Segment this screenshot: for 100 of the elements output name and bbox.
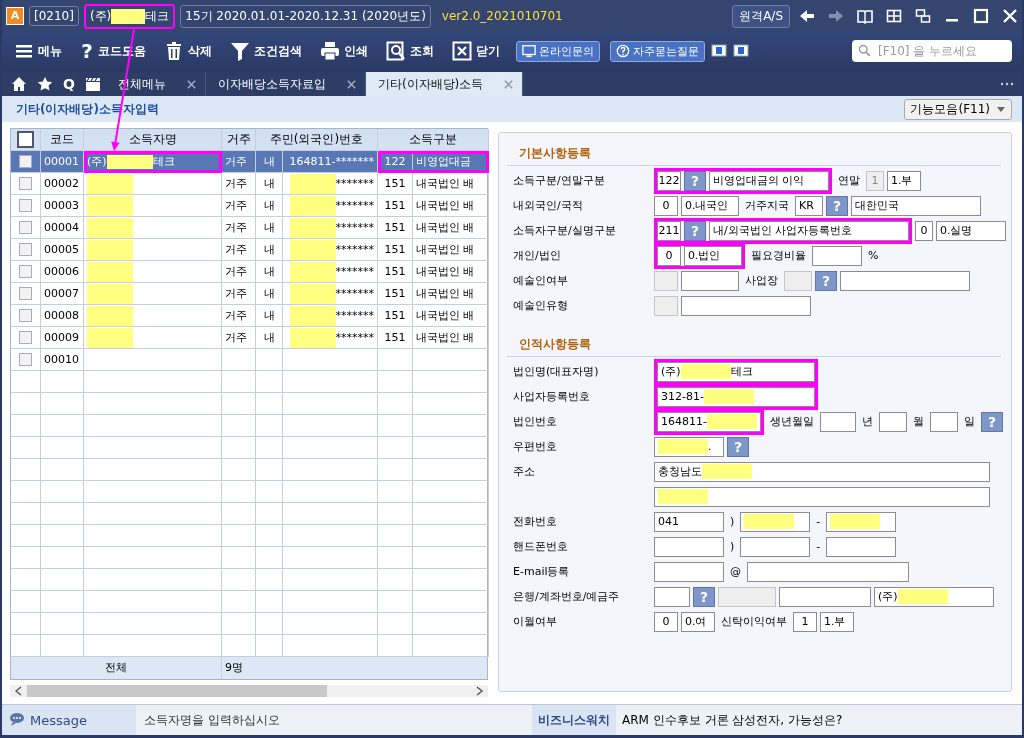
book-icon[interactable] xyxy=(857,8,873,24)
search-field[interactable]: [F10] 을 누르세요 xyxy=(852,40,1012,62)
input-field[interactable]: (주) xyxy=(874,586,994,607)
input-field[interactable]: 1.부 xyxy=(887,170,921,191)
input-field[interactable]: (주) 테크 xyxy=(657,361,815,382)
input-field[interactable] xyxy=(820,411,856,432)
input-field[interactable] xyxy=(812,245,862,266)
input-field[interactable] xyxy=(681,295,811,316)
maximize-icon[interactable] xyxy=(973,8,989,24)
input-field[interactable]: 164811- xyxy=(657,411,761,432)
scroll-thumb[interactable] xyxy=(27,685,327,697)
row-checkbox[interactable] xyxy=(19,287,32,300)
table-row[interactable]: 00001 (주) 테크 거주 내 164811-******* 122 비영업대금 xyxy=(11,151,487,173)
input-field[interactable] xyxy=(879,411,907,432)
table-row[interactable]: 00008 거주 내 ******* 151 내국법인 배 xyxy=(11,305,487,327)
column-header[interactable]: 소득자명 xyxy=(84,129,222,151)
input-field[interactable] xyxy=(654,586,690,607)
toolbar-button[interactable]: 조건검색 xyxy=(224,39,308,63)
input-field[interactable] xyxy=(740,511,811,532)
input-field[interactable]: 0 xyxy=(657,245,681,266)
row-checkbox[interactable] xyxy=(19,309,32,322)
link-button[interactable]: 온라인문의 xyxy=(516,40,600,62)
panel-icon[interactable] xyxy=(711,43,727,59)
input-field[interactable] xyxy=(654,536,724,557)
input-field[interactable]: 비영업대금의 이익 xyxy=(709,170,829,191)
input-field[interactable]: 312-81- xyxy=(657,386,815,407)
input-field[interactable]: 0.법인 xyxy=(684,245,742,266)
horizontal-scrollbar[interactable] xyxy=(10,685,488,697)
scroll-right-icon[interactable] xyxy=(475,686,484,696)
grid-icon[interactable] xyxy=(886,8,902,24)
input-field[interactable] xyxy=(826,511,897,532)
input-field[interactable] xyxy=(654,486,990,507)
table-row[interactable]: 00003 거주 내 ******* 151 내국법인 배 xyxy=(11,195,487,217)
column-header[interactable]: 주민(외국인)번호 xyxy=(256,129,378,151)
toolbar-button[interactable]: 삭제 xyxy=(158,39,218,63)
row-checkbox[interactable] xyxy=(19,177,32,190)
input-field[interactable]: 1 xyxy=(793,611,817,632)
toolbar-button[interactable]: 메뉴 xyxy=(8,39,68,63)
cell-text: ******* xyxy=(335,265,374,278)
row-checkbox[interactable] xyxy=(19,243,32,256)
input-field[interactable]: 0.실명 xyxy=(936,220,1006,241)
input-field[interactable] xyxy=(740,536,811,557)
input-field[interactable]: 0 xyxy=(915,220,933,241)
link-button[interactable]: 자주묻는질문 xyxy=(610,40,705,62)
row-checkbox[interactable] xyxy=(19,221,32,234)
toolbar-button[interactable]: 조회 xyxy=(380,39,440,63)
panel-icon[interactable] xyxy=(733,43,749,59)
column-header[interactable]: 거주 xyxy=(222,129,256,151)
input-field[interactable]: 내/외국법인 사업자등록번호 xyxy=(709,220,909,241)
row-checkbox[interactable] xyxy=(19,353,32,366)
windows-icon[interactable] xyxy=(915,8,931,24)
scroll-left-icon[interactable] xyxy=(14,686,23,696)
column-header[interactable]: 소득구분 xyxy=(378,129,489,151)
input-field[interactable]: 0 xyxy=(654,195,678,216)
forward-arrow-icon[interactable] xyxy=(828,8,844,24)
input-field[interactable] xyxy=(840,270,970,291)
function-menu-button[interactable]: 기능모음(F11) xyxy=(904,98,1012,120)
tab[interactable]: 기타(이자배당)소득 xyxy=(365,72,524,96)
input-field[interactable]: 충청남도 xyxy=(654,461,990,482)
input-field[interactable]: 0.여 xyxy=(681,611,715,632)
table-row[interactable]: 00007 거주 내 ******* 151 내국법인 배 xyxy=(11,283,487,305)
input-field[interactable] xyxy=(681,270,739,291)
clapperboard-icon[interactable] xyxy=(84,76,101,92)
input-field[interactable]: 122 xyxy=(657,170,681,191)
table-row[interactable]: 00005 거주 내 ******* 151 내국법인 배 xyxy=(11,239,487,261)
input-field[interactable]: . xyxy=(654,436,724,457)
back-arrow-icon[interactable] xyxy=(799,8,815,24)
input-field[interactable]: 1.부 xyxy=(820,611,854,632)
close-icon[interactable] xyxy=(185,78,197,90)
input-field[interactable] xyxy=(779,586,871,607)
star-icon[interactable] xyxy=(37,76,53,92)
input-field[interactable] xyxy=(747,561,909,582)
toolbar-button[interactable]: 인쇄 xyxy=(314,39,374,63)
input-field[interactable]: KR xyxy=(795,195,823,216)
row-checkbox[interactable] xyxy=(19,265,32,278)
row-checkbox[interactable] xyxy=(19,331,32,344)
news-headline[interactable]: ARM 인수후보 거론 삼성전자, 가능성은? xyxy=(616,711,843,729)
input-field[interactable]: 대한민국 xyxy=(851,195,981,216)
row-checkbox[interactable] xyxy=(19,199,32,212)
table-row[interactable]: 00004 거주 내 ******* 151 내국법인 배 xyxy=(11,217,487,239)
input-field[interactable]: 211 xyxy=(657,220,681,241)
cell-text: ******* xyxy=(335,243,374,256)
input-field[interactable]: 041 xyxy=(654,511,724,532)
input-field[interactable]: 0 xyxy=(654,611,678,632)
input-field[interactable] xyxy=(654,561,724,582)
input-field[interactable]: 0.내국인 xyxy=(681,195,739,216)
close-icon[interactable] xyxy=(345,78,357,90)
table-row[interactable]: 00002 거주 내 ******* 151 내국법인 배 xyxy=(11,173,487,195)
input-field[interactable] xyxy=(930,411,958,432)
toolbar-button[interactable]: 닫기 xyxy=(446,39,506,63)
q-icon[interactable]: Q xyxy=(63,76,75,92)
column-header[interactable]: 코드 xyxy=(41,129,84,151)
table-row[interactable]: 00010 xyxy=(11,349,487,371)
table-row[interactable]: 00009 거주 내 ******* 151 내국법인 배 xyxy=(11,327,487,349)
home-icon[interactable] xyxy=(11,76,27,92)
row-checkbox[interactable] xyxy=(19,155,32,168)
remote-support-button[interactable]: 원격A/S xyxy=(732,4,790,28)
select-all-checkbox[interactable] xyxy=(17,131,34,148)
table-row[interactable]: 00006 거주 내 ******* 151 내국법인 배 xyxy=(11,261,487,283)
input-field[interactable] xyxy=(826,536,897,557)
